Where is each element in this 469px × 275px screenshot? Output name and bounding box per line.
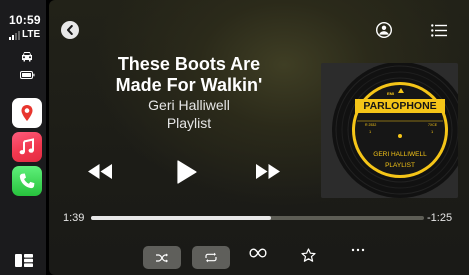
repeat-button[interactable] (192, 246, 230, 269)
remaining-time: -1:25 (427, 212, 453, 224)
progress-fill (91, 216, 271, 220)
now-playing-panel: These Boots Are Made For Walkin' Geri Ha… (49, 0, 469, 275)
record-label-line1: GERI HALLIWELL (373, 151, 427, 158)
chevron-left-icon (67, 25, 73, 35)
fast-forward-icon[interactable] (255, 163, 281, 180)
play-icon[interactable] (177, 160, 197, 184)
phone-icon (19, 173, 35, 189)
status-area: 10:59 LTE (9, 13, 41, 40)
back-button[interactable] (61, 21, 79, 39)
svg-text:EMI: EMI (387, 91, 394, 96)
song-title: These Boots Are Made For Walkin' (115, 54, 263, 95)
ellipsis-icon (351, 248, 365, 252)
repeat-icon (205, 252, 217, 263)
status-time: 10:59 (9, 13, 41, 27)
more-options-button[interactable] (351, 248, 365, 252)
maps-icon (21, 105, 33, 121)
signal-bars-icon (9, 31, 20, 40)
battery-icon (20, 71, 35, 79)
app-maps[interactable] (12, 98, 42, 128)
shuffle-icon (156, 253, 168, 262)
vinyl-record-icon: EMI R 2532 7XCE 1 1 (321, 63, 458, 198)
network-type: LTE (22, 29, 41, 40)
album-artwork: EMI R 2532 7XCE 1 1 PARLOPHONE GERI HALL… (321, 63, 458, 198)
music-note-icon (19, 138, 34, 155)
cellular-status: LTE (9, 30, 41, 40)
svg-text:R 2532: R 2532 (365, 123, 376, 127)
rewind-icon[interactable] (87, 163, 113, 180)
carplay-sidebar: 10:59 LTE (0, 0, 46, 275)
shuffle-button[interactable] (143, 246, 181, 269)
svg-text:7XCE: 7XCE (428, 123, 438, 127)
record-label-brand: PARLOPHONE (363, 100, 437, 112)
car-icon (22, 52, 32, 62)
favorite-button[interactable] (301, 248, 316, 263)
app-phone[interactable] (12, 166, 42, 196)
playback-source: Playlist (166, 115, 212, 131)
artist-name: Geri Halliwell (148, 97, 230, 113)
elapsed-time: 1:39 (63, 212, 85, 224)
dashboard-icon[interactable] (15, 254, 33, 267)
record-label-line2: PLAYLIST (385, 162, 415, 169)
app-music[interactable] (12, 132, 42, 162)
playback-scrubber[interactable] (91, 216, 424, 220)
star-icon (301, 248, 316, 262)
autoplay-button[interactable] (249, 248, 267, 258)
infinity-icon (249, 248, 267, 258)
queue-list-icon[interactable] (431, 24, 447, 37)
audio-output-icon[interactable] (375, 22, 393, 38)
